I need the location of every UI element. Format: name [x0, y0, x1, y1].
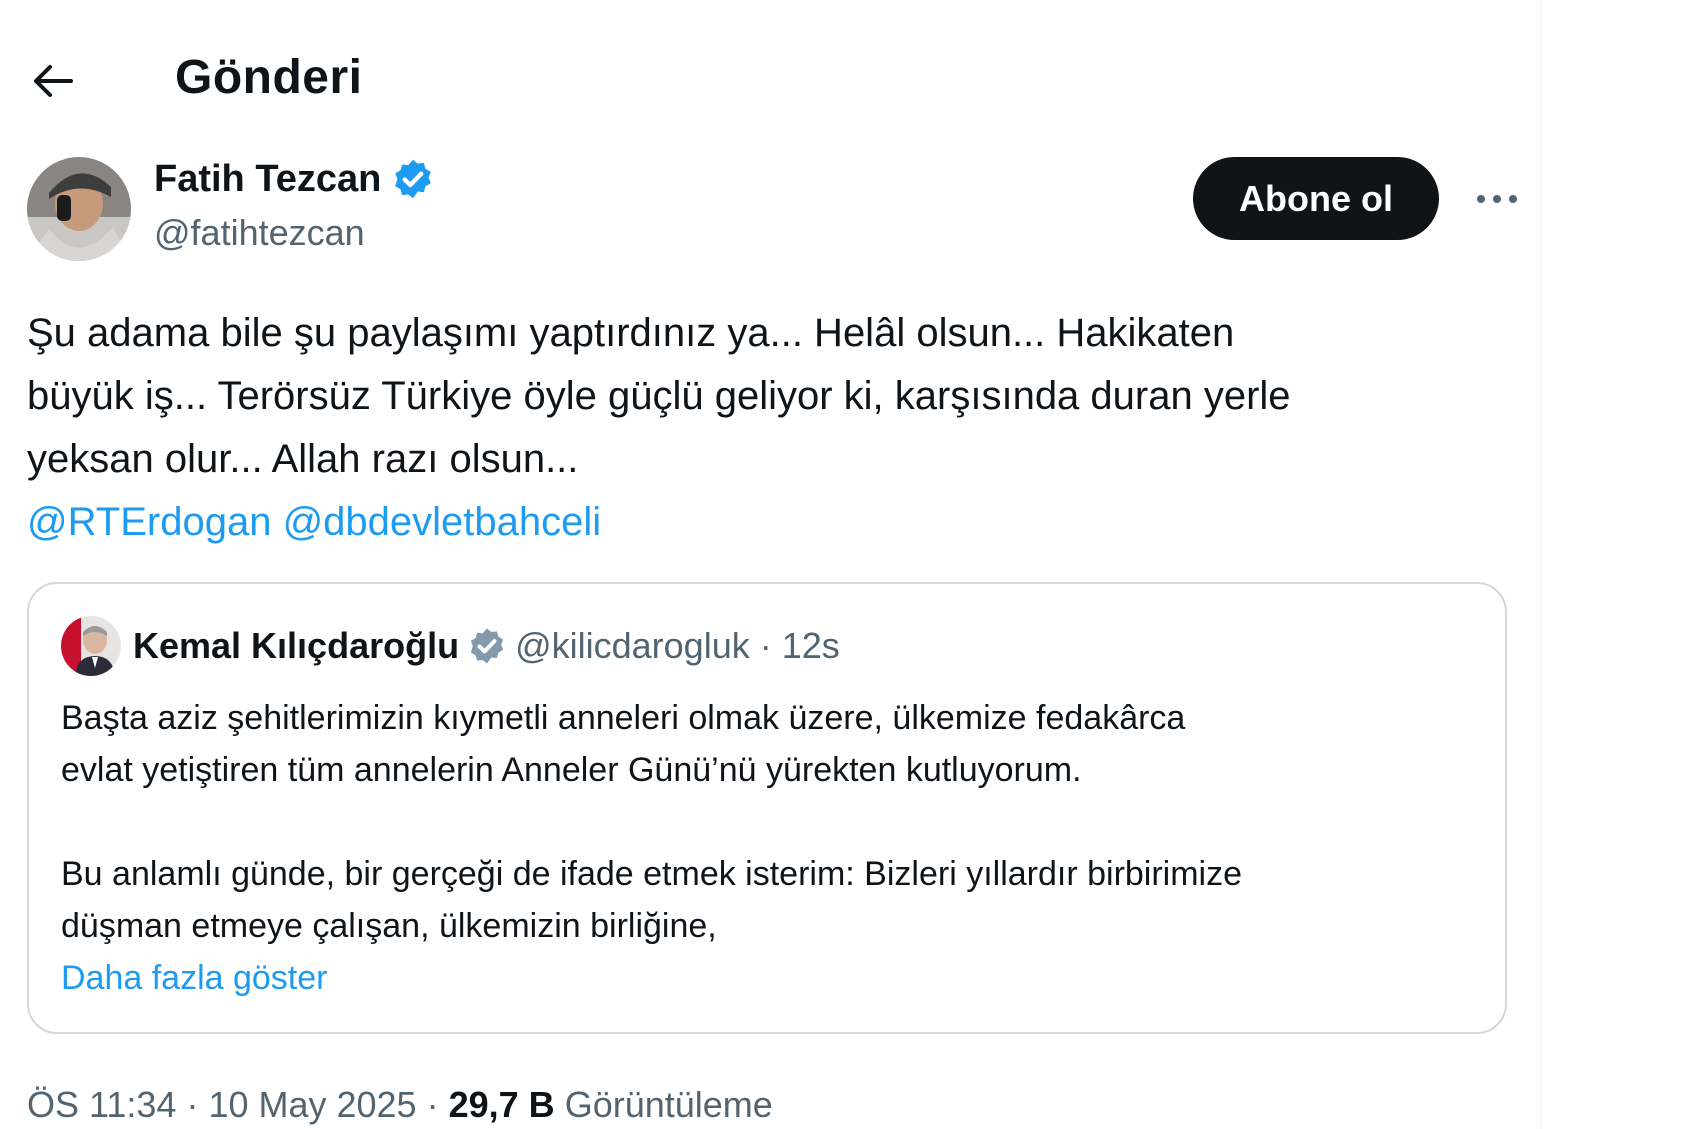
verified-badge-icon — [470, 628, 504, 664]
page-title: Gönderi — [175, 51, 363, 104]
verified-badge-icon — [395, 159, 432, 199]
post-date[interactable]: 10 May 2025 — [208, 1084, 416, 1125]
page-header: Gönderi — [0, 40, 1540, 120]
back-button[interactable] — [28, 58, 78, 104]
quoted-text-line: Bu anlamlı günde, bir gerçeği de ifade e… — [61, 855, 1243, 893]
post-time[interactable]: ÖS 11:34 — [27, 1084, 176, 1125]
meta-separator: · — [176, 1084, 209, 1125]
quoted-author-name[interactable]: Kemal Kılıçdaroğlu — [133, 625, 459, 667]
avatar[interactable] — [27, 157, 131, 261]
primary-column: Gönderi Fatih Tezcan @fatihtezcan Abone … — [0, 0, 1541, 1129]
quoted-avatar[interactable] — [61, 616, 121, 676]
arrow-left-icon — [34, 65, 73, 97]
author-name-line: Fatih Tezcan — [154, 157, 435, 201]
author-name[interactable]: Fatih Tezcan — [154, 158, 381, 201]
more-options-button[interactable] — [1467, 179, 1527, 219]
quoted-post-header: Kemal Kılıçdaroğlu @kilicdarogluk · 12s — [61, 616, 840, 676]
post-text-line: yeksan olur... Allah razı olsun... — [27, 437, 579, 481]
post-text-line: Şu adama bile şu paylaşımı yaptırdınız y… — [27, 311, 1235, 355]
meta-separator: · — [416, 1084, 449, 1125]
quoted-text-line: evlat yetiştiren tüm annelerin Anneler G… — [61, 751, 1082, 789]
follow-button[interactable]: Abone ol — [1193, 157, 1439, 240]
post-text: Şu adama bile şu paylaşımı yaptırdınız y… — [27, 302, 1507, 554]
quoted-handle-time: @kilicdarogluk · 12s — [515, 625, 840, 666]
quoted-text-line: Başta aziz şehitlerimizin kıymetli annel… — [61, 699, 1186, 737]
quoted-post-text: Başta aziz şehitlerimizin kıymetli annel… — [61, 692, 1481, 1004]
views-count: 29,7 B — [448, 1084, 555, 1125]
author-handle[interactable]: @fatihtezcan — [154, 212, 365, 254]
mention-link[interactable]: @RTErdogan — [27, 500, 271, 544]
quoted-post[interactable]: Kemal Kılıçdaroğlu @kilicdarogluk · 12s … — [27, 582, 1507, 1034]
post-text-line: büyük iş... Terörsüz Türkiye öyle güçlü … — [27, 374, 1291, 418]
quoted-text-line: düşman etmeye çalışan, ülkemizin birliği… — [61, 907, 717, 945]
mention-link[interactable]: @dbdevletbahceli — [283, 500, 602, 544]
post-metadata: ÖS 11:34 · 10 May 2025 · 29,7 B Görüntül… — [27, 1084, 773, 1126]
show-more-link[interactable]: Daha fazla göster — [61, 952, 1481, 1004]
post-author: Fatih Tezcan @fatihtezcan Abone ol — [27, 157, 1527, 267]
mentions: @RTErdogan @dbdevletbahceli — [27, 491, 1507, 554]
views-label: Görüntüleme — [564, 1084, 773, 1125]
ellipsis-icon — [1477, 195, 1517, 203]
